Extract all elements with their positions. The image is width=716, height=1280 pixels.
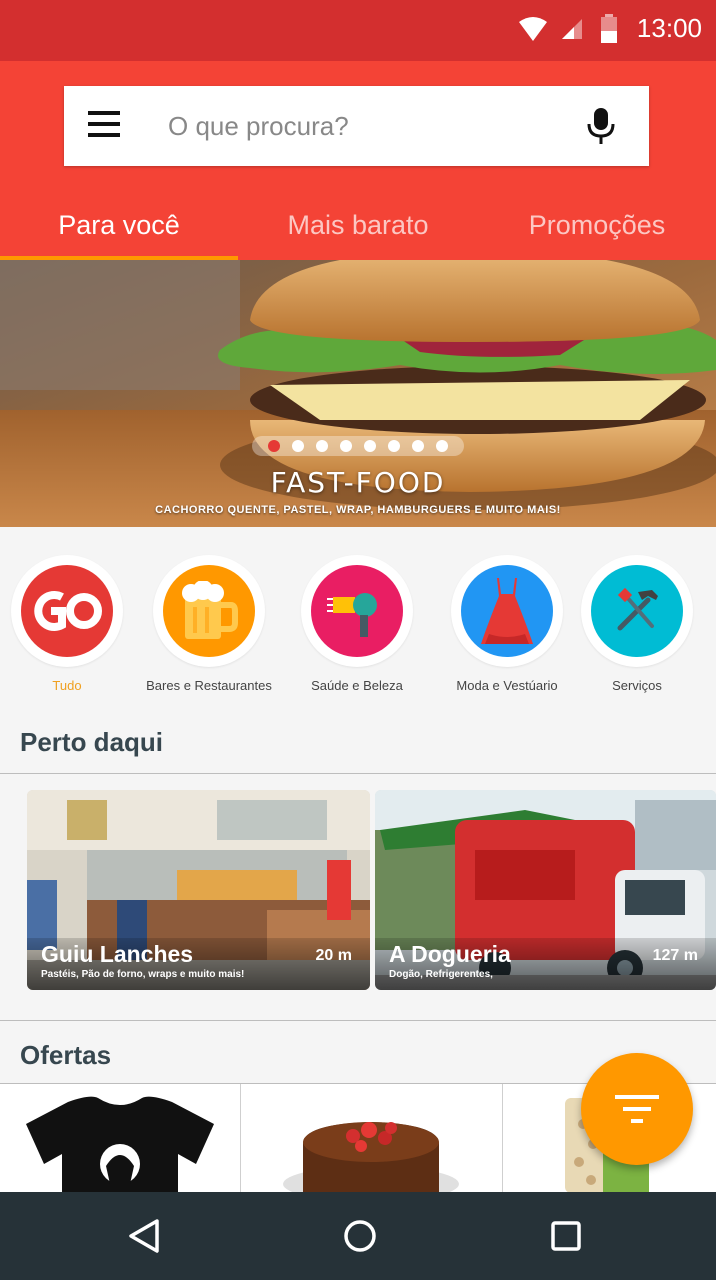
nearby-list: Guiu Lanches Pastéis, Pão de forno, wrap… <box>0 774 716 1020</box>
back-button[interactable] <box>122 1214 166 1258</box>
battery-icon <box>601 14 617 43</box>
promo-banner[interactable]: FAST-FOOD CACHORRO QUENTE, PASTEL, WRAP,… <box>0 260 716 527</box>
tab-promocoes[interactable]: Promoções <box>478 191 716 260</box>
category-bares-restaurantes[interactable]: Bares e Restaurantes <box>124 555 294 693</box>
microphone-icon[interactable] <box>584 106 618 146</box>
filter-button[interactable] <box>581 1053 693 1165</box>
category-label: Saúde e Beleza <box>311 678 403 693</box>
banner-subtitle: CACHORRO QUENTE, PASTEL, WRAP, HAMBURGUE… <box>155 504 561 516</box>
place-distance: 127 m <box>652 947 698 964</box>
place-card-a-dogueria[interactable]: A Dogueria Dogão, Refrigerentes, 127 m <box>375 790 716 990</box>
tab-label: Promoções <box>528 210 666 240</box>
category-list: Tudo Bares e Restaurantes Saúde e Beleza… <box>0 527 716 707</box>
status-time: 13:00 <box>636 13 702 43</box>
recents-button[interactable] <box>544 1214 588 1258</box>
place-description: Pastéis, Pão de forno, wraps e muito mai… <box>41 969 245 980</box>
offer-card[interactable] <box>0 1084 240 1193</box>
carousel-dot[interactable] <box>340 440 352 452</box>
category-label: Bares e Restaurantes <box>146 678 272 693</box>
go-logo-icon <box>34 591 102 631</box>
carousel-dot[interactable] <box>436 440 448 452</box>
place-card-guiu-lanches[interactable]: Guiu Lanches Pastéis, Pão de forno, wrap… <box>27 790 370 990</box>
t-shirt-image <box>26 1096 214 1193</box>
tab-label: Para você <box>58 210 180 240</box>
tab-para-voce[interactable]: Para você <box>0 191 238 260</box>
offer-card[interactable] <box>241 1084 502 1193</box>
carousel-dot[interactable] <box>316 440 328 452</box>
place-distance: 20 m <box>315 947 352 964</box>
home-icon <box>344 1220 376 1252</box>
recents-icon <box>551 1221 581 1251</box>
category-servicos[interactable]: Serviços <box>552 555 716 693</box>
divider <box>0 1020 716 1021</box>
status-bar: 13:00 <box>0 0 716 61</box>
dress-icon <box>481 578 533 644</box>
place-description: Dogão, Refrigerentes, <box>389 969 493 980</box>
banner-title: FAST-FOOD <box>270 466 446 499</box>
place-name: Guiu Lanches <box>41 941 194 967</box>
back-icon <box>129 1219 159 1253</box>
system-nav-bar <box>0 1192 716 1280</box>
tab-mais-barato[interactable]: Mais barato <box>238 191 478 260</box>
signal-icon <box>562 19 582 39</box>
app-header: Para você Mais barato Promoções <box>0 61 716 260</box>
menu-icon[interactable] <box>88 111 124 141</box>
carousel-dot[interactable] <box>412 440 424 452</box>
search-input[interactable] <box>168 104 568 148</box>
hammer-icon <box>617 587 658 631</box>
category-saude-beleza[interactable]: Saúde e Beleza <box>272 555 442 693</box>
tab-label: Mais barato <box>287 210 429 240</box>
category-label: Serviços <box>612 678 662 693</box>
tab-bar: Para você Mais barato Promoções <box>0 191 716 260</box>
offers-section-title: Ofertas <box>20 1040 112 1070</box>
search-bar <box>64 86 649 166</box>
nearby-section-title: Perto daqui <box>20 727 164 757</box>
carousel-dot[interactable] <box>292 440 304 452</box>
carousel-dot[interactable] <box>388 440 400 452</box>
filter-icon <box>615 1095 659 1123</box>
home-button[interactable] <box>338 1214 382 1258</box>
wifi-icon <box>519 17 547 41</box>
place-name: A Dogueria <box>389 941 511 967</box>
hair-dryer-icon <box>327 593 377 637</box>
carousel-indicator <box>252 436 464 456</box>
chocolate-cake-image <box>283 1122 459 1193</box>
beer-mug-icon <box>182 581 238 639</box>
carousel-dot[interactable] <box>364 440 376 452</box>
carousel-dot[interactable] <box>268 440 280 452</box>
